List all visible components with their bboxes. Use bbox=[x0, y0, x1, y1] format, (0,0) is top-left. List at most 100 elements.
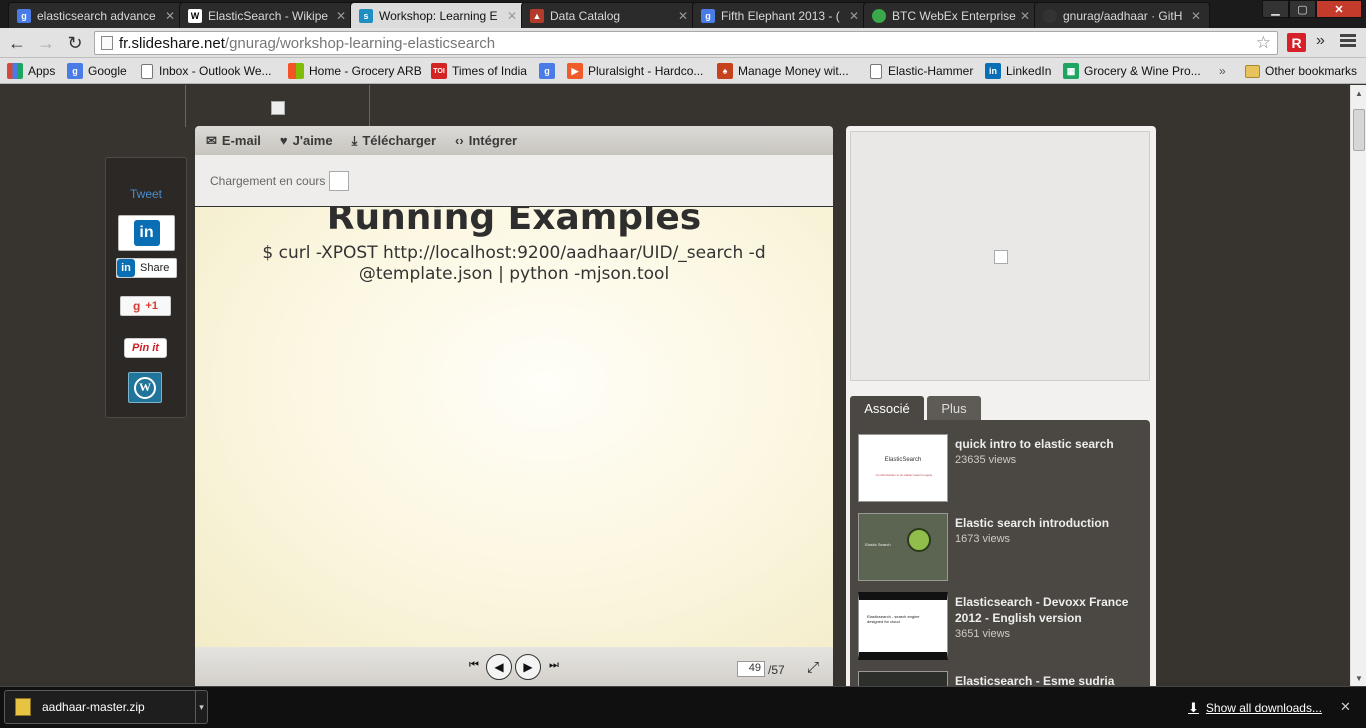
minimize-button[interactable]: ▁ bbox=[1262, 0, 1289, 18]
tab-title: gnurag/aadhaar · GitH bbox=[1063, 8, 1183, 23]
slide-code: $ curl -XPOST http://localhost:9200/aadh… bbox=[262, 243, 766, 284]
related-thumbnail[interactable]: Elasticsearch - search engine designed f… bbox=[858, 592, 948, 660]
close-icon[interactable]: ✕ bbox=[165, 9, 175, 23]
tab-strip: g elasticsearch advance ✕ W ElasticSearc… bbox=[0, 0, 1366, 28]
bookmark-label: Grocery & Wine Pro... bbox=[1084, 64, 1201, 78]
google-plus-icon: g bbox=[133, 299, 141, 313]
last-slide-icon[interactable]: ⏭ bbox=[549, 659, 559, 672]
first-slide-icon[interactable]: ⏮ bbox=[469, 659, 479, 672]
address-bar[interactable]: fr.slideshare.net/gnurag/workshop-learni… bbox=[94, 31, 1278, 55]
bookmark-linkedin[interactable]: in LinkedIn bbox=[985, 62, 1051, 80]
linkedin-share-button[interactable]: in Share bbox=[116, 258, 177, 278]
email-button[interactable]: ✉ E-mail bbox=[206, 133, 261, 149]
close-icon[interactable]: ✕ bbox=[507, 9, 517, 23]
bookmark-google[interactable]: g Google bbox=[67, 62, 127, 80]
related-title[interactable]: Elastic search introduction bbox=[955, 515, 1140, 531]
page-scrollbar[interactable]: ▲ ▼ bbox=[1350, 85, 1366, 686]
previous-slide-button[interactable]: ◀ bbox=[486, 654, 512, 680]
wordpress-button[interactable]: W bbox=[128, 372, 162, 403]
thumb-subtitle: An introduction to an elastic search eng… bbox=[875, 473, 933, 477]
close-icon[interactable]: ✕ bbox=[1020, 9, 1030, 23]
bookmark-grocery-arb[interactable]: Home - Grocery ARB bbox=[288, 62, 422, 80]
related-title[interactable]: quick intro to elastic search bbox=[955, 436, 1140, 452]
bookmark-outlook[interactable]: Inbox - Outlook We... bbox=[141, 62, 272, 80]
share-sidebar: Tweet in in Share g +1 Pin it W bbox=[105, 157, 187, 418]
heart-icon: ♥ bbox=[279, 133, 288, 148]
bookmark-elastic-hammer[interactable]: Elastic-Hammer bbox=[870, 62, 973, 80]
fullscreen-icon[interactable]: ⤢ bbox=[807, 659, 819, 676]
other-bookmarks[interactable]: Other bookmarks bbox=[1245, 62, 1357, 80]
window-close-button[interactable]: ✕ bbox=[1316, 0, 1362, 18]
show-all-downloads-link[interactable]: ⬇ Show all downloads... bbox=[1188, 700, 1322, 716]
chrome-menu-icon[interactable] bbox=[1340, 34, 1356, 49]
browser-tab[interactable]: gnurag/aadhaar · GitH ✕ bbox=[1034, 2, 1210, 28]
page-content: Tweet in in Share g +1 Pin it W ✉ E-mail… bbox=[0, 85, 1350, 686]
bookmark-pluralsight[interactable]: ▶ Pluralsight - Hardco... bbox=[567, 62, 703, 80]
related-title[interactable]: Elasticsearch - Devoxx France 2012 - Eng… bbox=[955, 594, 1140, 626]
page-icon bbox=[101, 36, 113, 50]
tab-title: Data Catalog bbox=[550, 8, 621, 23]
scroll-up-icon[interactable]: ▲ bbox=[1351, 85, 1366, 101]
close-icon[interactable]: ✕ bbox=[1340, 699, 1351, 715]
google-icon: g bbox=[67, 63, 83, 79]
related-title[interactable]: Elasticsearch - Esme sudria bbox=[955, 673, 1140, 686]
chevron-down-icon[interactable]: ▾ bbox=[195, 690, 207, 724]
maximize-button[interactable]: ▢ bbox=[1289, 0, 1316, 18]
loading-bar: Chargement en cours bbox=[195, 155, 833, 207]
bookmark-apps[interactable]: Apps bbox=[7, 62, 55, 80]
browser-tab-active[interactable]: s Workshop: Learning E ✕ bbox=[350, 2, 526, 28]
extension-icon[interactable]: R bbox=[1287, 33, 1306, 52]
related-views: 23635 views bbox=[955, 454, 1017, 466]
wordpress-icon: W bbox=[134, 376, 156, 399]
related-item[interactable]: Elastic Search Elastic search introducti… bbox=[858, 513, 1148, 583]
related-item[interactable]: ElasticSearch An introduction to an elas… bbox=[858, 434, 1148, 504]
download-button[interactable]: ⤓ Télécharger bbox=[352, 133, 436, 149]
scroll-down-icon[interactable]: ▼ bbox=[1351, 670, 1366, 686]
close-icon[interactable]: ✕ bbox=[678, 9, 688, 23]
browser-tab[interactable]: BTC WebEx Enterprise ✕ bbox=[863, 2, 1039, 28]
close-icon[interactable]: ✕ bbox=[336, 9, 346, 23]
linkedin-button[interactable]: in bbox=[118, 215, 175, 251]
close-icon[interactable]: ✕ bbox=[1191, 9, 1201, 23]
pinterest-button[interactable]: Pin it bbox=[124, 338, 167, 358]
thumb-title: Elasticsearch - search engine designed f… bbox=[867, 614, 920, 624]
like-label: J'aime bbox=[292, 133, 333, 148]
close-icon[interactable]: ✕ bbox=[849, 9, 859, 23]
linkedin-icon: in bbox=[133, 220, 160, 246]
scroll-thumb[interactable] bbox=[1353, 109, 1365, 151]
tab-title: elasticsearch advance bbox=[37, 8, 156, 23]
zip-file-icon bbox=[15, 698, 31, 716]
like-button[interactable]: ♥ J'aime bbox=[280, 133, 333, 148]
next-slide-button[interactable]: ▶ bbox=[515, 654, 541, 680]
related-thumbnail[interactable]: ElasticSearch An introduction to an elas… bbox=[858, 434, 948, 502]
tab-more[interactable]: Plus bbox=[927, 396, 981, 421]
player-controls: ⏮ ◀ ▶ ⏭ 49 /57 ⤢ bbox=[195, 647, 833, 686]
related-item[interactable]: Elasticsearch - Esme sudria bbox=[858, 671, 1148, 686]
google-plus-one-button[interactable]: g +1 bbox=[120, 296, 171, 316]
page-number-input[interactable]: 49 bbox=[737, 661, 765, 677]
tab-title: ElasticSearch - Wikipe bbox=[208, 8, 329, 23]
extensions-overflow-icon[interactable]: » bbox=[1316, 32, 1325, 50]
bookmark-grocery-wine[interactable]: ▦ Grocery & Wine Pro... bbox=[1063, 62, 1201, 80]
related-thumbnail[interactable] bbox=[858, 671, 948, 686]
browser-tab[interactable]: g Fifth Elephant 2013 - ( ✕ bbox=[692, 2, 868, 28]
related-thumbnail[interactable]: Elastic Search bbox=[858, 513, 948, 581]
browser-tab[interactable]: ▲ Data Catalog ✕ bbox=[521, 2, 697, 28]
share-label: Share bbox=[140, 262, 170, 274]
browser-tab[interactable]: g elasticsearch advance ✕ bbox=[8, 2, 184, 28]
browser-tab[interactable]: W ElasticSearch - Wikipe ✕ bbox=[179, 2, 355, 28]
tweet-button[interactable]: Tweet bbox=[106, 187, 186, 201]
envelope-icon: ✉ bbox=[206, 132, 217, 148]
bookmark-times-of-india[interactable]: TOI Times of India bbox=[431, 62, 527, 80]
forward-button[interactable]: → bbox=[35, 32, 57, 54]
bookmark-google-2[interactable]: g bbox=[539, 62, 560, 80]
embed-button[interactable]: ‹› Intégrer bbox=[455, 133, 517, 148]
star-icon[interactable]: ☆ bbox=[1256, 33, 1271, 53]
download-item[interactable]: aadhaar-master.zip ▾ bbox=[4, 690, 208, 724]
bookmarks-overflow-icon[interactable]: » bbox=[1219, 62, 1226, 80]
related-item[interactable]: Elasticsearch - search engine designed f… bbox=[858, 592, 1148, 662]
bookmark-mint[interactable]: ♠ Manage Money wit... bbox=[717, 62, 849, 80]
reload-button[interactable]: ↻ bbox=[64, 32, 86, 54]
back-button[interactable]: ← bbox=[6, 32, 28, 54]
tab-related[interactable]: Associé bbox=[850, 396, 924, 421]
